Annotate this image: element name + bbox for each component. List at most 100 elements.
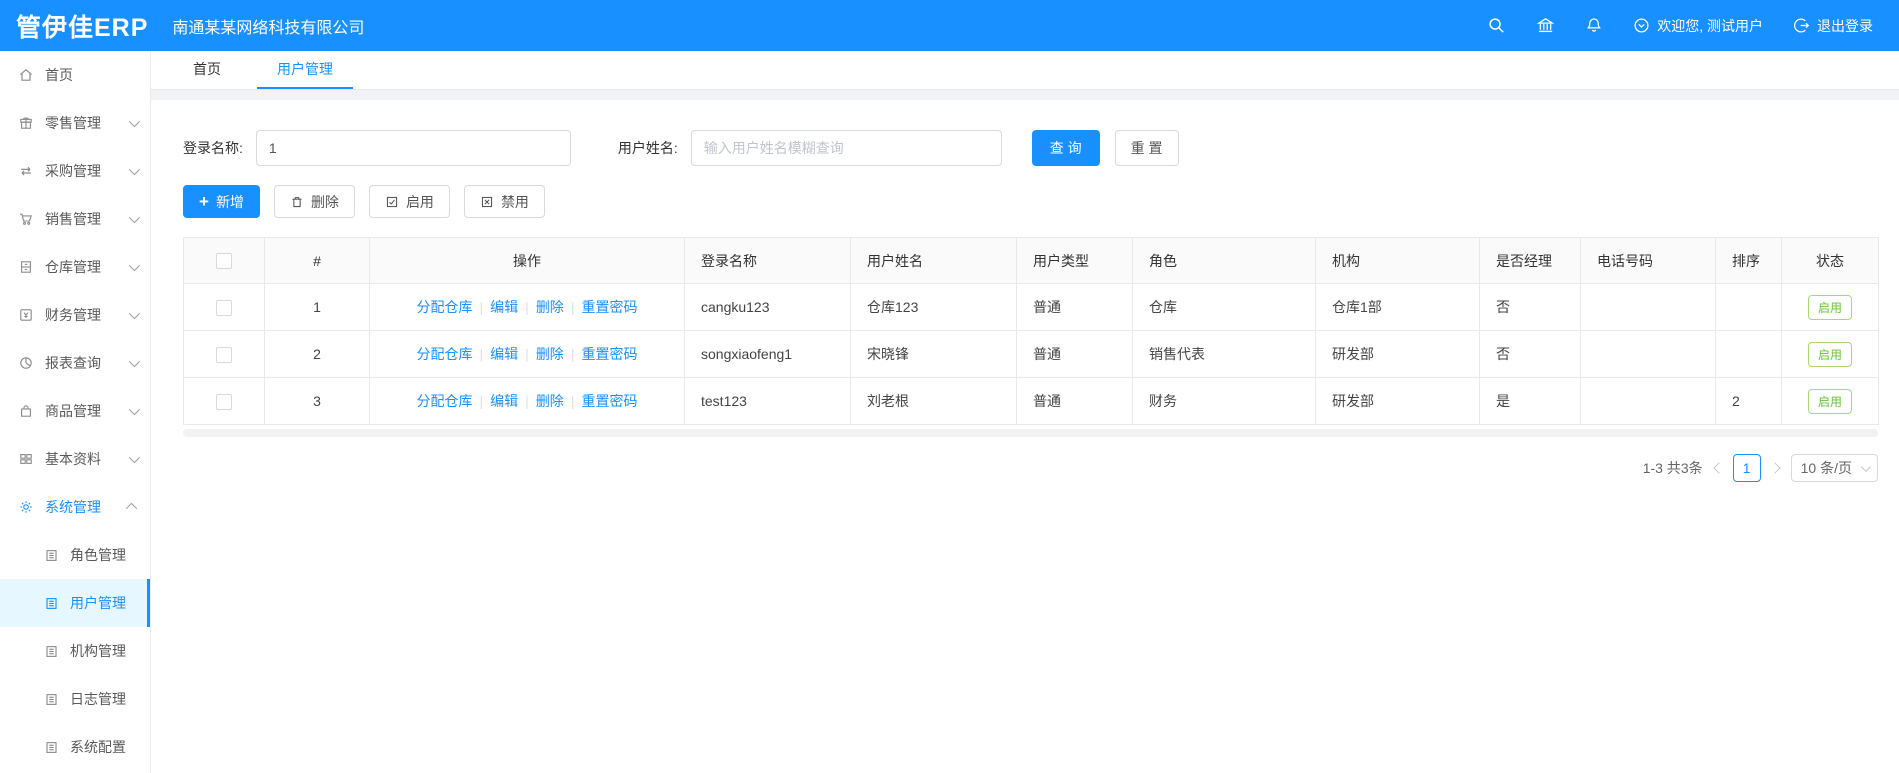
sidebar-item-basic-data[interactable]: 基本资料 [0,435,150,483]
prev-page-button[interactable] [1712,462,1724,474]
sidebar-item-home[interactable]: 首页 [0,51,150,99]
assign-warehouse-link[interactable]: 分配仓库 [417,346,473,362]
delete-link[interactable]: 删除 [536,299,564,315]
sidebar-item-system[interactable]: 系统管理 [0,483,150,531]
top-header: 管伊佳ERP 南通某某网络科技有限公司 欢迎您, 测试用户 退出登录 [0,0,1899,51]
assign-warehouse-link[interactable]: 分配仓库 [417,393,473,409]
enable-button[interactable]: 启用 [368,185,450,218]
cell-org: 研发部 [1315,377,1480,425]
status-badge[interactable]: 启用 [1807,341,1852,367]
bag-icon [18,403,34,419]
logout-button[interactable]: 退出登录 [1793,16,1873,36]
cell-name: 仓库123 [850,283,1017,331]
row-checkbox[interactable] [216,299,232,316]
sidebar: 首页 零售管理 采购管理 销售管理 仓库管理 财务管理 报表查询 商品管理 基本… [0,51,151,773]
edit-link[interactable]: 编辑 [490,346,518,362]
enable-button-label: 启用 [405,193,434,210]
pagination-total: 1-3 共3条 [1642,460,1703,476]
cell-sort: 2 [1715,377,1782,425]
chevron-down-icon [128,115,141,128]
tab-home[interactable]: 首页 [173,51,241,89]
user-menu[interactable]: 欢迎您, 测试用户 [1633,16,1763,36]
delete-link[interactable]: 删除 [536,393,564,409]
content-area: 首页 用户管理 登录名称: 用户姓名: 查 询 重 置 + 新增 [151,51,1899,773]
reset-password-link[interactable]: 重置密码 [581,346,637,362]
trash-icon [290,195,304,209]
pie-chart-icon [18,355,34,371]
assign-warehouse-link[interactable]: 分配仓库 [417,299,473,315]
cell-role: 财务 [1132,377,1316,425]
delete-button-label: 删除 [310,193,339,210]
search-button[interactable]: 查 询 [1031,130,1100,166]
chevron-down-icon [128,163,141,176]
status-badge[interactable]: 启用 [1807,294,1852,320]
chevron-down-icon [128,259,141,272]
disable-button[interactable]: 禁用 [463,185,545,218]
sidebar-item-role-mgmt[interactable]: 角色管理 [0,531,150,579]
document-icon [44,643,60,659]
login-name-input[interactable] [255,130,571,166]
chevron-down-icon [128,451,141,464]
sidebar-item-label: 角色管理 [70,547,126,563]
login-name-label: 登录名称: [183,140,243,156]
edit-link[interactable]: 编辑 [490,299,518,315]
table-row: 1 分配仓库 | 编辑 | 删除 | 重置密码 cangku123 仓库123 普通 仓库 … [183,283,1879,331]
add-button[interactable]: + 新增 [183,185,260,218]
sidebar-item-label: 零售管理 [45,115,101,131]
cart-icon [18,211,34,227]
cell-login: cangku123 [684,283,851,331]
sidebar-item-label: 基本资料 [45,451,101,467]
document-icon [44,691,60,707]
action-separator: | [479,299,484,315]
reset-password-link[interactable]: 重置密码 [581,393,637,409]
delete-link[interactable]: 删除 [536,346,564,362]
sidebar-item-label: 系统管理 [45,499,101,515]
document-icon [44,595,60,611]
edit-link[interactable]: 编辑 [490,393,518,409]
row-checkbox[interactable] [216,346,232,363]
header-actions: 欢迎您, 测试用户 退出登录 [1487,16,1899,36]
cell-index: 1 [264,283,370,331]
row-checkbox[interactable] [216,393,232,410]
page-number-button[interactable]: 1 [1732,454,1761,482]
horizontal-scrollbar[interactable] [183,429,1878,437]
next-page-button[interactable] [1770,462,1782,474]
sidebar-item-retail[interactable]: 零售管理 [0,99,150,147]
col-phone: 电话号码 [1580,237,1716,284]
cell-sort [1715,330,1782,378]
page-size-select[interactable]: 10 条/页 [1790,454,1878,482]
cell-org: 研发部 [1315,330,1480,378]
bell-icon[interactable] [1585,16,1603,35]
sync-icon [18,163,34,179]
tab-user-management[interactable]: 用户管理 [257,51,353,89]
sidebar-item-purchase[interactable]: 采购管理 [0,147,150,195]
select-all-checkbox[interactable] [216,253,232,270]
sidebar-item-system-config[interactable]: 系统配置 [0,723,150,771]
user-name-input[interactable] [690,130,1002,166]
reset-password-link[interactable]: 重置密码 [581,299,637,315]
delete-button[interactable]: 删除 [273,185,355,218]
search-icon[interactable] [1487,16,1506,35]
cell-sort [1715,283,1782,331]
cell-type: 普通 [1016,377,1133,425]
cell-index: 3 [264,377,370,425]
chevron-down-icon [128,307,141,320]
reset-button[interactable]: 重 置 [1114,130,1179,166]
sidebar-item-label: 首页 [45,67,73,83]
sidebar-item-products[interactable]: 商品管理 [0,387,150,435]
cell-actions: 分配仓库 | 编辑 | 删除 | 重置密码 [369,377,685,425]
sidebar-item-user-mgmt[interactable]: 用户管理 [0,579,150,627]
sidebar-item-reports[interactable]: 报表查询 [0,339,150,387]
action-separator: | [479,346,484,362]
bank-icon[interactable] [1536,16,1555,35]
sidebar-item-sales[interactable]: 销售管理 [0,195,150,243]
status-badge[interactable]: 启用 [1807,388,1852,414]
sidebar-item-warehouse[interactable]: 仓库管理 [0,243,150,291]
cell-manager: 否 [1479,283,1581,331]
cell-role: 销售代表 [1132,330,1316,378]
sidebar-item-org-mgmt[interactable]: 机构管理 [0,627,150,675]
sidebar-item-log-mgmt[interactable]: 日志管理 [0,675,150,723]
select-all-cell [183,237,265,284]
sidebar-item-finance[interactable]: 财务管理 [0,291,150,339]
cell-phone [1580,330,1716,378]
